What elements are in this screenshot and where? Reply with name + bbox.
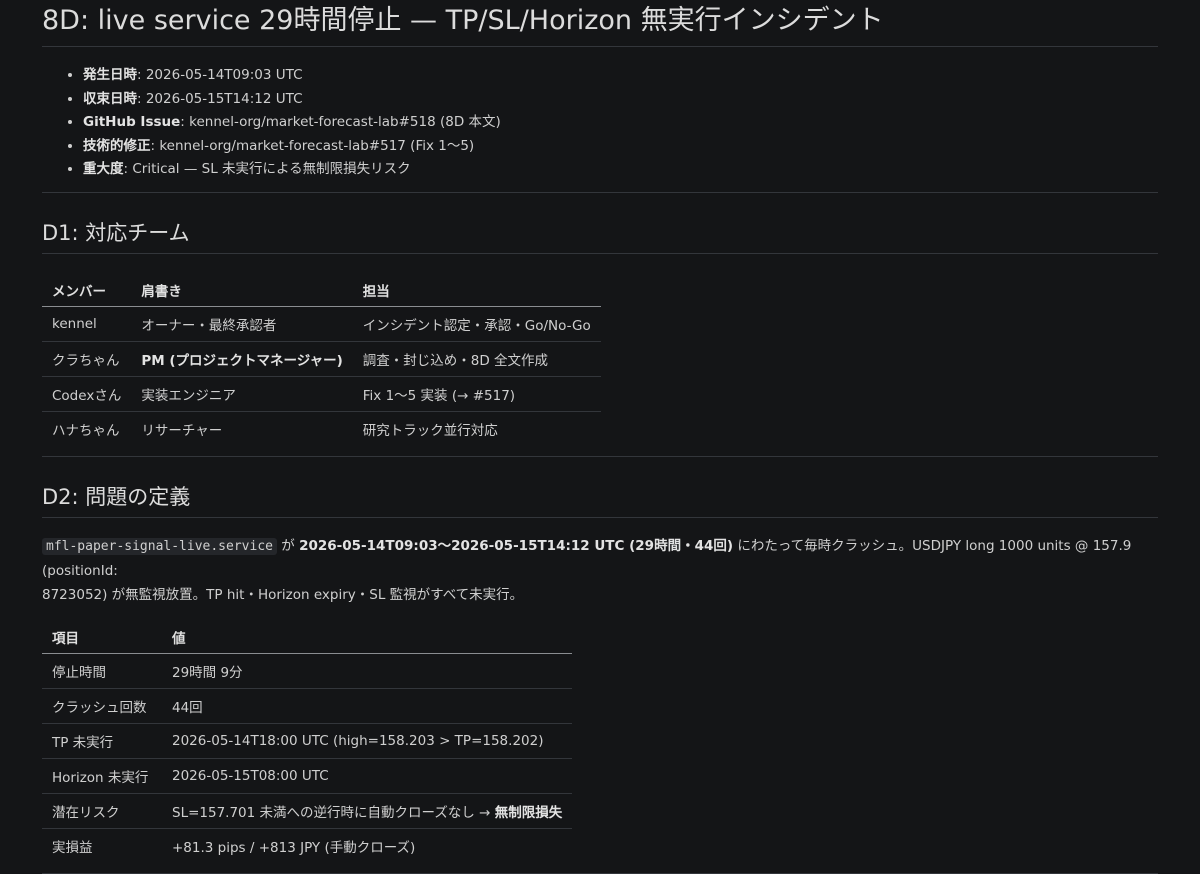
table-cell: 停止時間	[42, 653, 162, 689]
desc-emphasis: 2026-05-14T09:03〜2026-05-15T14:12 UTC (2…	[299, 537, 734, 554]
risk-text: SL=157.701 未満への逆行時に自動クローズなし →	[172, 804, 495, 821]
meta-key: GitHub Issue	[83, 114, 181, 130]
problem-table: 項目 値 停止時間 29時間 9分 クラッシュ回数 44回 TP 未実行 202…	[42, 620, 573, 863]
service-name-code: mfl-paper-signal-live.service	[42, 537, 277, 555]
table-cell: Fix 1〜5 実装 (→ #517)	[352, 376, 601, 412]
table-cell: 研究トラック並行対応	[362, 422, 498, 439]
table-header-row: 項目 値	[42, 620, 573, 654]
team-table: メンバー 肩書き 担当 kennel オーナー・最終承認者 インシデント認定・承…	[42, 273, 601, 446]
document: 8D: live service 29時間停止 — TP/SL/Horizon …	[0, 0, 1200, 874]
table-cell: 調査・封じ込め・8D 全文作成	[352, 341, 601, 377]
table-cell: クラちゃん	[42, 341, 132, 377]
table-cell: 29時間 9分	[162, 653, 573, 689]
table-cell: ハナちゃん	[52, 422, 120, 439]
desc-text: が	[276, 537, 300, 554]
table-row: 潜在リスク SL=157.701 未満への逆行時に自動クローズなし → 無制限損…	[42, 793, 573, 829]
section-heading-d2: D2: 問題の定義	[42, 481, 1158, 518]
meta-item: 収束日時: 2026-05-15T14:12 UTC	[83, 88, 1158, 112]
table-row: ハナちゃん リサーチャー 研究トラック並行対応	[42, 411, 601, 446]
table-cell: TP 未実行	[42, 723, 162, 759]
table-cell: 2026-05-15T08:00 UTC	[162, 758, 573, 794]
table-cell: リサーチャー	[141, 422, 223, 439]
table-cell: 潜在リスク	[42, 793, 162, 829]
table-cell: 実装エンジニア	[131, 376, 353, 412]
page-title: 8D: live service 29時間停止 — TP/SL/Horizon …	[42, 0, 1158, 47]
table-cell: 2026-05-14T18:00 UTC (high=158.203 > TP=…	[162, 723, 573, 759]
meta-item: 発生日時: 2026-05-14T09:03 UTC	[83, 64, 1158, 88]
table-cell: 44回	[162, 688, 573, 724]
divider	[42, 872, 1158, 874]
table-cell: SL=157.701 未満への逆行時に自動クローズなし → 無制限損失	[162, 793, 573, 829]
desc-text: 8723052) が無監視放置。TP hit・Horizon expiry・SL…	[42, 586, 524, 603]
meta-item: 重大度: Critical — SL 未実行による無制限損失リスク	[83, 158, 1158, 182]
table-row: kennel オーナー・最終承認者 インシデント認定・承認・Go/No-Go	[42, 306, 601, 342]
meta-key: 重大度	[83, 161, 124, 177]
table-row: Horizon 未実行 2026-05-15T08:00 UTC	[42, 758, 573, 794]
table-header: 項目	[42, 620, 162, 654]
table-row: クラちゃん PM (プロジェクトマネージャー) 調査・封じ込め・8D 全文作成	[42, 341, 601, 377]
table-cell: 実損益	[52, 839, 93, 856]
meta-value: : 2026-05-14T09:03 UTC	[137, 67, 303, 83]
table-cell: クラッシュ回数	[42, 688, 162, 724]
problem-description: mfl-paper-signal-live.service が 2026-05-…	[42, 534, 1158, 607]
table-row: TP 未実行 2026-05-14T18:00 UTC (high=158.20…	[42, 723, 573, 759]
table-row: Codexさん 実装エンジニア Fix 1〜5 実装 (→ #517)	[42, 376, 601, 412]
table-cell: Codexさん	[42, 376, 132, 412]
table-row: クラッシュ回数 44回	[42, 688, 573, 724]
meta-value: : Critical — SL 未実行による無制限損失リスク	[123, 161, 411, 177]
meta-key: 発生日時	[83, 67, 137, 83]
table-cell: kennel	[42, 306, 132, 342]
table-cell: +81.3 pips / +813 JPY (手動クローズ)	[172, 839, 416, 856]
table-header: 肩書き	[131, 273, 353, 307]
table-row: 停止時間 29時間 9分	[42, 653, 573, 689]
table-cell: オーナー・最終承認者	[131, 306, 353, 342]
meta-item: GitHub Issue: kennel-org/market-forecast…	[83, 111, 1158, 135]
divider	[42, 455, 1158, 457]
incident-meta-list: 発生日時: 2026-05-14T09:03 UTC 収束日時: 2026-05…	[42, 64, 1158, 182]
table-row: 実損益 +81.3 pips / +813 JPY (手動クローズ)	[42, 828, 572, 863]
section-heading-d1: D1: 対応チーム	[42, 217, 1158, 254]
table-header: メンバー	[42, 273, 132, 307]
risk-emphasis: 無制限損失	[494, 804, 563, 821]
table-cell: PM (プロジェクトマネージャー)	[131, 341, 353, 377]
table-cell: インシデント認定・承認・Go/No-Go	[352, 306, 601, 342]
meta-value: : kennel-org/market-forecast-lab#518 (8D…	[180, 114, 501, 130]
table-header: 値	[162, 620, 573, 654]
meta-key: 収束日時	[83, 90, 137, 107]
divider	[42, 191, 1158, 193]
meta-value: : 2026-05-15T14:12 UTC	[137, 90, 303, 107]
meta-key: 技術的修正	[83, 137, 151, 154]
table-cell: Horizon 未実行	[42, 758, 162, 794]
meta-value: : kennel-org/market-forecast-lab#517 (Fi…	[150, 137, 475, 154]
table-header: 担当	[352, 273, 601, 307]
meta-item: 技術的修正: kennel-org/market-forecast-lab#51…	[83, 135, 1158, 159]
table-header-row: メンバー 肩書き 担当	[42, 273, 601, 307]
